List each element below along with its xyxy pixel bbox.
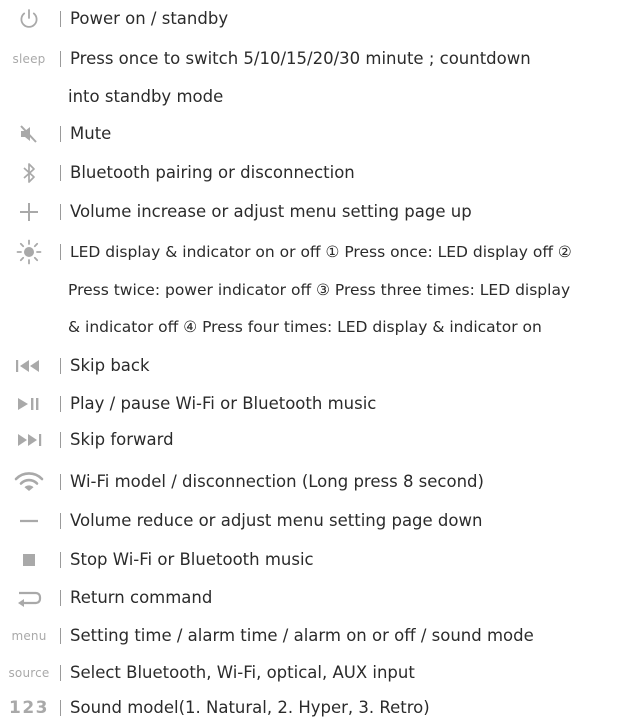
return-icon <box>0 583 58 613</box>
led-sun-icon <box>0 237 58 267</box>
separator <box>60 358 61 374</box>
wifi-icon <box>0 467 58 497</box>
legend-row-led: LED display & indicator on or off ① Pres… <box>0 237 636 267</box>
legend-row-skip-forward: Skip forward <box>0 425 636 455</box>
bluetooth-icon <box>0 158 58 188</box>
legend-text: Power on / standby <box>70 9 229 28</box>
legend-text: Mute <box>70 124 112 143</box>
minus-icon <box>0 506 58 536</box>
legend-text: Skip back <box>70 356 150 375</box>
legend-row-menu: menu Setting time / alarm time / alarm o… <box>0 621 636 651</box>
legend-row-play-pause: Play / pause Wi-Fi or Bluetooth music <box>0 389 636 419</box>
source-label: source <box>8 666 50 680</box>
plus-icon <box>0 197 58 227</box>
legend-row-source: source Select Bluetooth, Wi-Fi, optical,… <box>0 658 636 688</box>
sleep-label: sleep <box>12 52 46 66</box>
legend-text: Return command <box>70 588 213 607</box>
legend-text: Play / pause Wi-Fi or Bluetooth music <box>70 394 377 413</box>
separator <box>60 244 61 260</box>
separator <box>60 474 61 490</box>
separator <box>60 665 61 681</box>
legend-text: Volume increase or adjust menu setting p… <box>70 202 472 221</box>
play-pause-icon <box>0 389 58 419</box>
legend-row-power: Power on / standby <box>0 4 636 34</box>
separator <box>60 165 61 181</box>
separator <box>60 700 61 716</box>
legend-row-volume-up: Volume increase or adjust menu setting p… <box>0 197 636 227</box>
legend-text-continued: Press twice: power indicator off ③ Press… <box>68 281 571 299</box>
legend-row-stop: Stop Wi-Fi or Bluetooth music <box>0 545 636 575</box>
legend-row-return: Return command <box>0 583 636 613</box>
separator <box>60 513 61 529</box>
skip-forward-icon <box>0 425 58 455</box>
sound-model-123-label: 123 <box>9 698 49 718</box>
legend-text-continued: into standby mode <box>68 87 224 106</box>
legend-text: Setting time / alarm time / alarm on or … <box>70 626 534 645</box>
separator <box>60 204 61 220</box>
skip-back-icon <box>0 351 58 381</box>
separator <box>60 51 61 67</box>
legend-row-wifi: Wi-Fi model / disconnection (Long press … <box>0 467 636 497</box>
separator <box>60 552 61 568</box>
legend-text: Volume reduce or adjust menu setting pag… <box>70 511 483 530</box>
legend-text: Bluetooth pairing or disconnection <box>70 163 355 182</box>
legend-text-continued: & indicator off ④ Press four times: LED … <box>68 318 542 336</box>
separator <box>60 590 61 606</box>
legend-row-sleep: sleep Press once to switch 5/10/15/20/30… <box>0 44 636 74</box>
menu-label: menu <box>11 629 47 643</box>
power-icon <box>0 4 58 34</box>
legend-text: LED display & indicator on or off ① Pres… <box>70 243 572 261</box>
separator <box>60 432 61 448</box>
separator <box>60 126 61 142</box>
mute-icon <box>0 119 58 149</box>
legend-row-volume-down: Volume reduce or adjust menu setting pag… <box>0 506 636 536</box>
legend-row-skip-back: Skip back <box>0 351 636 381</box>
stop-icon <box>0 545 58 575</box>
legend-text: Skip forward <box>70 430 174 449</box>
legend-text: Select Bluetooth, Wi-Fi, optical, AUX in… <box>70 663 415 682</box>
legend-row-sound-model: 123 Sound model(1. Natural, 2. Hyper, 3.… <box>0 693 636 723</box>
legend-text: Sound model(1. Natural, 2. Hyper, 3. Ret… <box>70 698 430 717</box>
legend-text: Wi-Fi model / disconnection (Long press … <box>70 472 484 491</box>
separator <box>60 11 61 27</box>
legend-row-bluetooth: Bluetooth pairing or disconnection <box>0 158 636 188</box>
legend-text: Press once to switch 5/10/15/20/30 minut… <box>70 49 531 68</box>
legend-row-mute: Mute <box>0 119 636 149</box>
separator <box>60 628 61 644</box>
separator <box>60 396 61 412</box>
legend-text: Stop Wi-Fi or Bluetooth music <box>70 550 314 569</box>
